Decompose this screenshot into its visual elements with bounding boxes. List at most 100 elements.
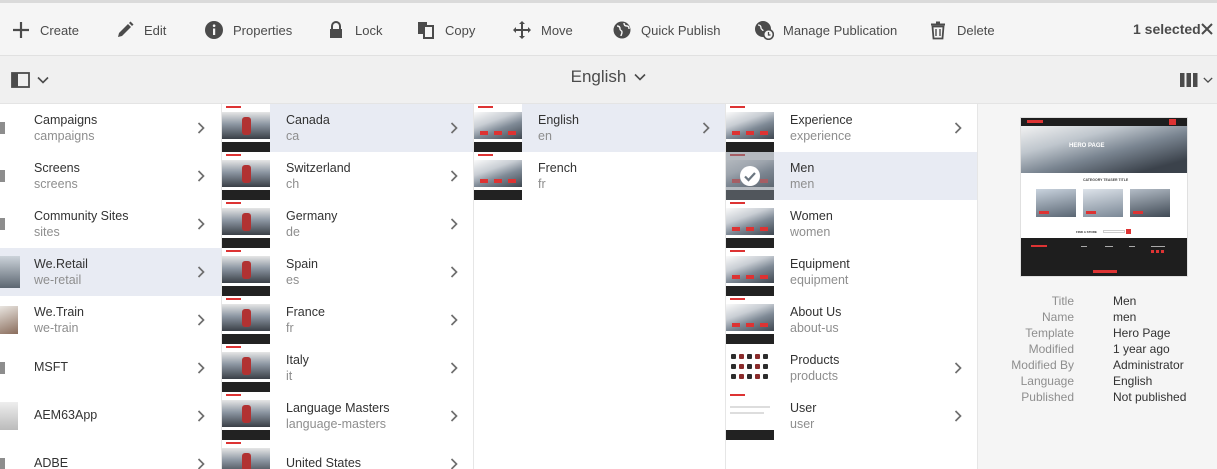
- item-title: United States: [286, 456, 362, 469]
- view-switcher-button[interactable]: [1180, 70, 1214, 90]
- list-item[interactable]: Men men: [726, 152, 977, 200]
- item-title: We.Retail: [34, 257, 88, 271]
- chevron-right-icon[interactable]: [450, 170, 458, 182]
- item-title: Equipment: [790, 257, 850, 271]
- item-title: Canada: [286, 113, 330, 127]
- chevron-right-icon[interactable]: [450, 410, 458, 422]
- column-pages: Experience experience Men men Women women Equi…: [726, 104, 978, 469]
- list-item[interactable]: Germany de: [222, 200, 473, 248]
- list-item[interactable]: AEM63App: [0, 392, 221, 440]
- create-button[interactable]: Create: [11, 19, 79, 41]
- list-item[interactable]: Products products: [726, 344, 977, 392]
- chevron-right-icon[interactable]: [954, 362, 962, 374]
- list-item[interactable]: Spain es: [222, 248, 473, 296]
- list-item[interactable]: French fr: [474, 152, 725, 200]
- list-item[interactable]: United States: [222, 440, 473, 469]
- list-item[interactable]: Italy it: [222, 344, 473, 392]
- metadata-key: Modified By: [1011, 358, 1074, 372]
- chevron-right-icon[interactable]: [450, 122, 458, 134]
- chevron-right-icon[interactable]: [450, 362, 458, 374]
- chevron-down-icon: [1203, 77, 1213, 84]
- site-thumbnail: [0, 362, 5, 374]
- chevron-right-icon[interactable]: [197, 314, 205, 326]
- list-item[interactable]: Canada ca: [222, 104, 473, 152]
- chevron-right-icon[interactable]: [450, 266, 458, 278]
- pencil-icon: [118, 21, 134, 37]
- list-item[interactable]: English en: [474, 104, 725, 152]
- page-thumbnail: [726, 296, 774, 344]
- chevron-right-icon[interactable]: [197, 410, 205, 422]
- chevron-right-icon[interactable]: [450, 314, 458, 326]
- move-button[interactable]: Move: [512, 19, 573, 41]
- chevron-right-icon[interactable]: [197, 122, 205, 134]
- metadata-value: Administrator: [1113, 358, 1184, 372]
- lock-button[interactable]: Lock: [326, 19, 382, 41]
- list-item[interactable]: MSFT: [0, 344, 221, 392]
- chevron-right-icon[interactable]: [197, 458, 205, 469]
- lock-icon: [330, 21, 342, 38]
- column-sites: Campaigns campaigns Screens screens Communit…: [0, 104, 222, 469]
- list-item[interactable]: Community Sites sites: [0, 200, 221, 248]
- close-selection-icon[interactable]: [1200, 21, 1214, 37]
- chevron-right-icon[interactable]: [197, 218, 205, 230]
- item-title: Community Sites: [34, 209, 129, 223]
- metadata-key: Published: [1021, 390, 1074, 404]
- list-item[interactable]: France fr: [222, 296, 473, 344]
- metadata-value: Men: [1113, 294, 1137, 308]
- item-title: Campaigns: [34, 113, 98, 127]
- item-title: MSFT: [34, 360, 69, 374]
- delete-button[interactable]: Delete: [928, 19, 995, 41]
- quick-publish-button[interactable]: Quick Publish: [612, 19, 720, 41]
- chevron-right-icon[interactable]: [450, 218, 458, 230]
- list-item[interactable]: Screens screens: [0, 152, 221, 200]
- chevron-right-icon[interactable]: [197, 266, 205, 278]
- list-item[interactable]: We.Retail we-retail: [0, 248, 221, 296]
- site-thumbnail: [0, 458, 5, 469]
- item-title: Women: [790, 209, 833, 223]
- item-title: We.Train: [34, 305, 85, 319]
- item-name: men: [790, 177, 815, 191]
- page-thumbnail: [222, 152, 270, 200]
- list-item[interactable]: Campaigns campaigns: [0, 104, 221, 152]
- page-thumbnail: [222, 296, 270, 344]
- preview-hero-text: HERO PAGE: [1069, 143, 1105, 149]
- metadata-value: men: [1113, 310, 1137, 324]
- list-item[interactable]: Experience experience: [726, 104, 977, 152]
- list-item[interactable]: We.Train we-train: [0, 296, 221, 344]
- copy-label: Copy: [445, 22, 476, 38]
- list-item[interactable]: User user: [726, 392, 977, 440]
- list-item[interactable]: ADBE: [0, 440, 221, 469]
- header-bar: English: [0, 56, 1217, 104]
- page-thumbnail: [222, 104, 270, 152]
- copy-button[interactable]: Copy: [416, 19, 475, 41]
- metadata-row: Modified By Administrator: [978, 358, 1217, 374]
- edit-button[interactable]: Edit: [115, 19, 166, 41]
- checkmark-icon: [740, 166, 760, 186]
- chevron-right-icon[interactable]: [954, 122, 962, 134]
- item-name: ch: [286, 177, 300, 191]
- list-item[interactable]: Women women: [726, 200, 977, 248]
- list-item[interactable]: Equipment equipment: [726, 248, 977, 296]
- page-title-dropdown[interactable]: English: [0, 67, 1217, 87]
- manage-publication-button[interactable]: Manage Publication: [754, 19, 897, 41]
- site-thumbnail: [0, 402, 18, 430]
- metadata-value: Hero Page: [1113, 326, 1171, 340]
- list-item[interactable]: Switzerland ch: [222, 152, 473, 200]
- page-thumbnail: [474, 104, 522, 152]
- plus-icon: [13, 22, 29, 38]
- item-name: es: [286, 273, 300, 287]
- metadata-row: Language English: [978, 374, 1217, 390]
- chevron-right-icon[interactable]: [197, 362, 205, 374]
- item-name: campaigns: [34, 129, 95, 143]
- item-name: products: [790, 369, 838, 383]
- list-item[interactable]: About Us about-us: [726, 296, 977, 344]
- chevron-right-icon[interactable]: [702, 122, 710, 134]
- metadata-key: Title: [1051, 294, 1074, 308]
- properties-button[interactable]: Properties: [204, 19, 292, 41]
- chevron-right-icon[interactable]: [954, 410, 962, 422]
- chevron-right-icon[interactable]: [450, 458, 458, 469]
- chevron-right-icon[interactable]: [197, 170, 205, 182]
- list-item[interactable]: Language Masters language-masters: [222, 392, 473, 440]
- site-thumbnail: [0, 122, 5, 134]
- item-title: Men: [790, 161, 815, 175]
